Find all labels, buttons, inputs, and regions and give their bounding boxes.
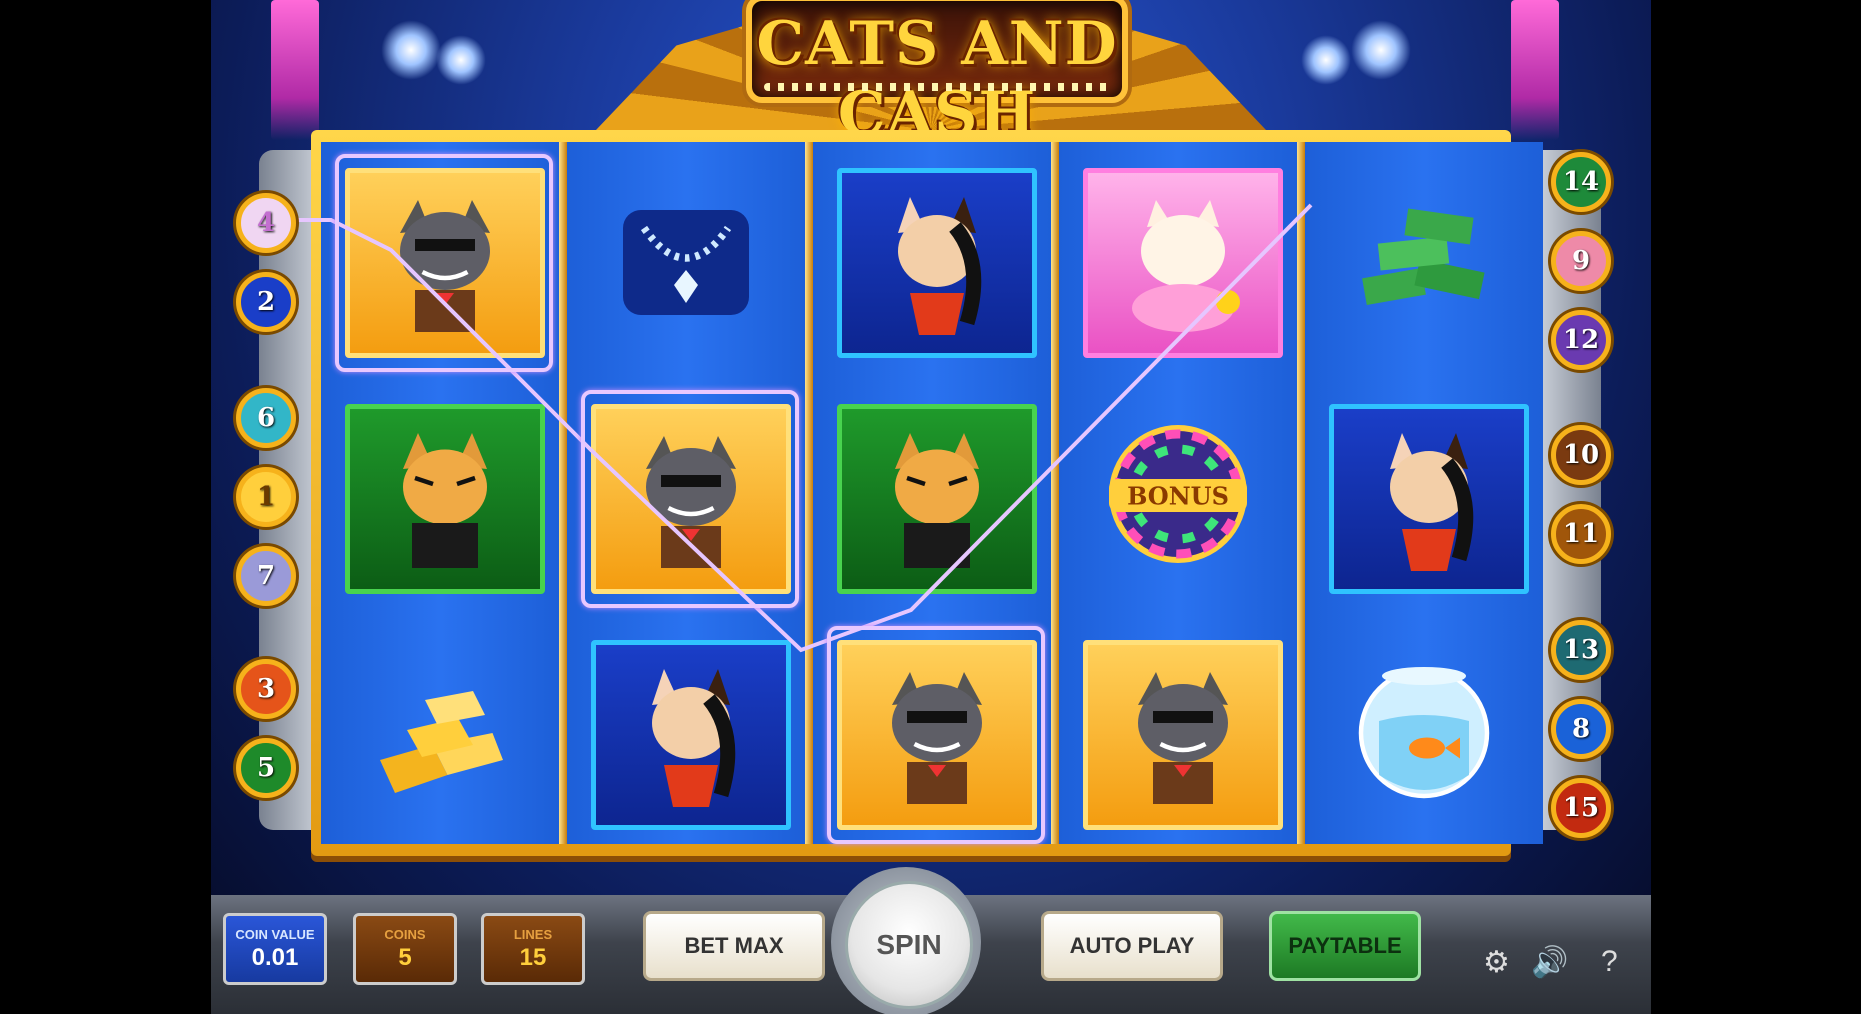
spin-button[interactable]: SPIN: [845, 881, 973, 1009]
game-title: CATS AND CASH: [756, 9, 1118, 149]
line-marker-right[interactable]: 12: [1551, 310, 1611, 370]
reel-divider: [1051, 142, 1059, 844]
green-cat-symbol: [837, 404, 1037, 594]
reel-divider: [1297, 142, 1305, 844]
bonus-wheel-icon: BONUS: [1109, 425, 1247, 563]
control-bar: COIN VALUE 0.01 COINS 5 LINES 15 BET MAX…: [211, 867, 1651, 1014]
coin-value-label: COIN VALUE: [235, 926, 315, 942]
tabby-cat-icon: [403, 433, 487, 568]
boss-cat-symbol: [591, 404, 791, 594]
stage-light-icon: [436, 35, 486, 85]
green-cat-symbol: [345, 404, 545, 594]
marquee-sign: CATS AND CASH: [746, 0, 1128, 149]
boss-cat-icon: [892, 672, 982, 804]
lady-cat-icon: [652, 669, 736, 807]
marquee-bulbs: [764, 83, 1110, 91]
lady-cat-icon: [898, 197, 982, 335]
boss-cat-icon: [1138, 672, 1228, 804]
diamond-necklace-symbol: [591, 168, 781, 348]
help-icon[interactable]: ?: [1601, 945, 1618, 979]
line-marker-right[interactable]: 11: [1551, 504, 1611, 564]
lines-box[interactable]: LINES 15: [481, 913, 585, 985]
bet-max-button[interactable]: BET MAX: [643, 911, 825, 981]
tabby-cat-icon: [895, 433, 979, 568]
paytable-button[interactable]: PAYTABLE: [1269, 911, 1421, 981]
game-stage: CATS AND CASH BONUS 4 2 6 1 7 3 5 14 9 1…: [211, 0, 1651, 1014]
lady-cat-symbol: [837, 168, 1037, 358]
gold-bars-symbol: [345, 640, 535, 820]
line-marker-right[interactable]: 10: [1551, 425, 1611, 485]
cash-stack-icon: [1362, 208, 1485, 306]
line-marker-right[interactable]: 13: [1551, 620, 1611, 680]
boss-cat-icon: [646, 436, 736, 568]
lines-value: 15: [519, 943, 547, 971]
line-marker-left[interactable]: 3: [236, 659, 296, 719]
persian-cat-symbol: [1083, 168, 1283, 358]
line-marker-left[interactable]: 1: [236, 467, 296, 527]
goldfish-bowl-symbol: [1329, 640, 1519, 820]
persian-cat-icon: [1132, 200, 1240, 332]
lady-cat-symbol: [1329, 404, 1529, 594]
lines-label: LINES: [513, 926, 553, 942]
coin-value-box[interactable]: COIN VALUE 0.01: [223, 913, 327, 985]
speaker-icon[interactable]: 🔊: [1531, 945, 1568, 980]
diamond-necklace-icon: [623, 210, 749, 315]
coins-label: COINS: [384, 926, 426, 942]
boss-cat-symbol: [345, 168, 545, 358]
reel-divider: [559, 142, 567, 844]
lady-cat-icon: [1390, 433, 1474, 571]
bonus-label: BONUS: [1127, 482, 1229, 511]
title-marquee: CATS AND CASH: [596, 0, 1266, 149]
line-marker-left[interactable]: 6: [236, 388, 296, 448]
gear-icon[interactable]: ⚙: [1483, 945, 1510, 980]
reel-divider: [805, 142, 813, 844]
gold-bars-icon: [380, 691, 503, 793]
coins-box[interactable]: COINS 5: [353, 913, 457, 985]
bonus-symbol: BONUS: [1083, 404, 1273, 584]
line-marker-right[interactable]: 14: [1551, 152, 1611, 212]
boss-cat-symbol: [1083, 640, 1283, 830]
stage-pillar: [271, 0, 319, 140]
line-marker-left[interactable]: 2: [236, 272, 296, 332]
stage-pillar: [1511, 0, 1559, 140]
coin-value: 0.01: [251, 943, 299, 971]
boss-cat-icon: [400, 200, 490, 332]
line-marker-left[interactable]: 7: [236, 546, 296, 606]
cash-stack-symbol: [1329, 168, 1519, 348]
goldfish-bowl-icon: [1358, 667, 1490, 799]
line-marker-right[interactable]: 9: [1551, 231, 1611, 291]
reel-frame: BONUS: [311, 130, 1543, 856]
line-marker-left[interactable]: 4: [236, 193, 296, 253]
stage-light-icon: [1301, 35, 1351, 85]
line-marker-right[interactable]: 15: [1551, 778, 1611, 838]
boss-cat-symbol: [837, 640, 1037, 830]
coins-value: 5: [398, 943, 412, 971]
line-marker-right[interactable]: 8: [1551, 699, 1611, 759]
lady-cat-symbol: [591, 640, 791, 830]
line-marker-left[interactable]: 5: [236, 738, 296, 798]
auto-play-button[interactable]: AUTO PLAY: [1041, 911, 1223, 981]
stage-light-icon: [381, 20, 441, 80]
stage-light-icon: [1351, 20, 1411, 80]
